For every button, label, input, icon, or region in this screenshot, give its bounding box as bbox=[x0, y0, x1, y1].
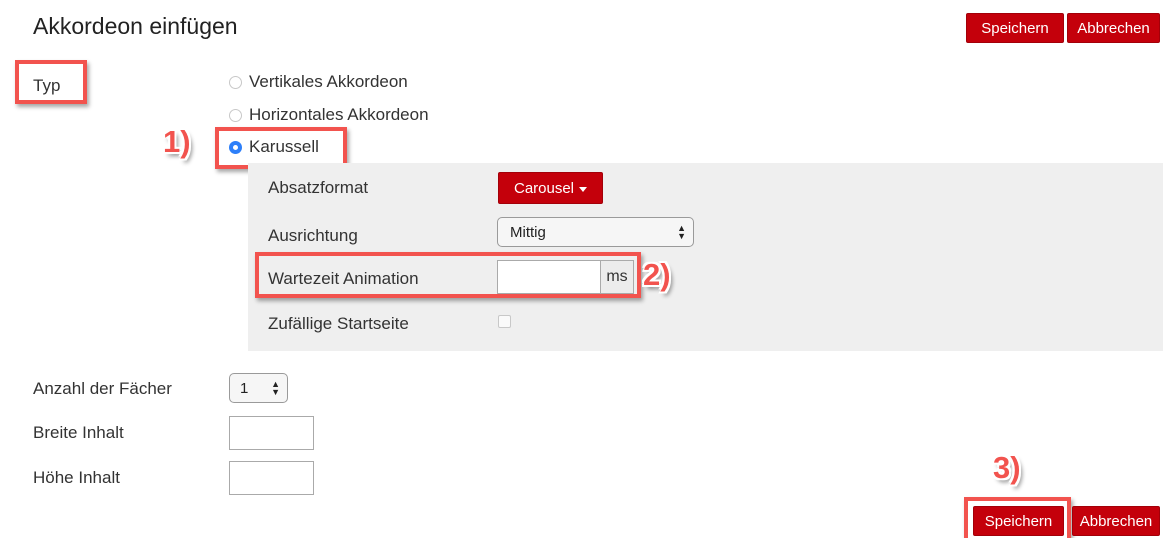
content-width-input[interactable] bbox=[229, 416, 314, 450]
radio-option-horizontal[interactable]: Horizontales Akkordeon bbox=[229, 105, 429, 125]
radio-option-vertical[interactable]: Vertikales Akkordeon bbox=[229, 72, 408, 92]
content-height-input[interactable] bbox=[229, 461, 314, 495]
highlight-type bbox=[15, 60, 87, 104]
select-arrows-icon: ▲ ▼ bbox=[271, 379, 280, 397]
panes-select[interactable]: 1 ▲ ▼ bbox=[229, 373, 288, 403]
step-2-marker: 2) bbox=[643, 257, 671, 292]
content-width-label: Breite Inhalt bbox=[33, 423, 124, 442]
highlight-animation-delay bbox=[255, 252, 641, 298]
panes-label: Anzahl der Fächer bbox=[33, 379, 172, 398]
radio-label: Horizontales Akkordeon bbox=[249, 105, 429, 124]
cancel-button-bottom[interactable]: Abbrechen bbox=[1072, 506, 1160, 536]
paragraph-format-value: Carousel bbox=[513, 180, 575, 197]
panes-value: 1 bbox=[240, 379, 249, 397]
step-3-marker: 3) bbox=[993, 450, 1021, 485]
paragraph-format-dropdown[interactable]: Carousel bbox=[498, 172, 603, 204]
content-height-label: Höhe Inhalt bbox=[33, 468, 120, 487]
highlight-save-bottom bbox=[964, 497, 1071, 538]
random-start-label: Zufällige Startseite bbox=[268, 314, 409, 333]
caret-down-icon bbox=[579, 186, 588, 192]
alignment-value: Mittig bbox=[510, 223, 546, 241]
alignment-select[interactable]: Mittig ▲ ▼ bbox=[497, 217, 694, 247]
alignment-label: Ausrichtung bbox=[268, 226, 358, 245]
step-1-marker: 1) bbox=[163, 124, 191, 159]
cancel-button-top[interactable]: Abbrechen bbox=[1067, 13, 1160, 43]
save-button-top[interactable]: Speichern bbox=[966, 13, 1064, 43]
paragraph-format-label: Absatzformat bbox=[268, 178, 369, 197]
radio-button[interactable] bbox=[229, 108, 242, 122]
dialog-title: Akkordeon einfügen bbox=[33, 13, 238, 39]
radio-button[interactable] bbox=[229, 75, 242, 89]
random-start-checkbox[interactable] bbox=[498, 315, 511, 328]
select-arrows-icon: ▲ ▼ bbox=[677, 223, 686, 241]
radio-label: Vertikales Akkordeon bbox=[249, 72, 408, 91]
